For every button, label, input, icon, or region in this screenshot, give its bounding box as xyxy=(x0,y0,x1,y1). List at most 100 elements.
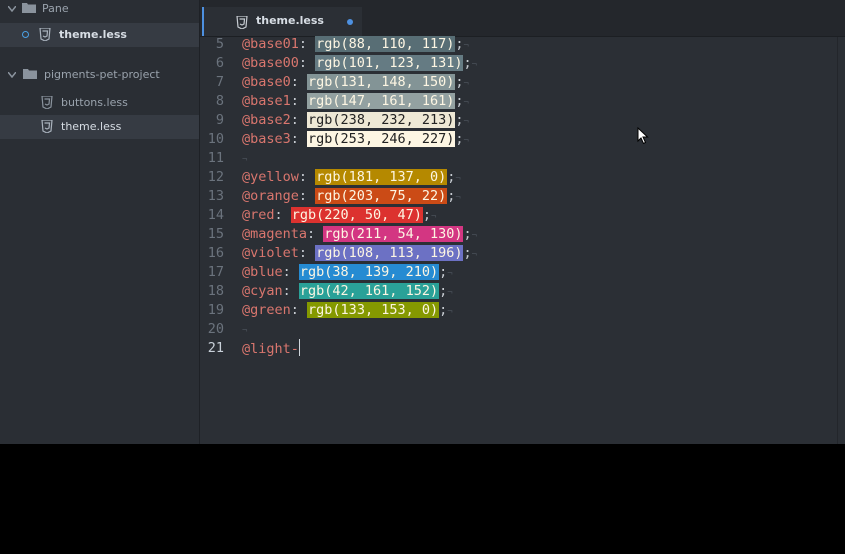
end-of-line-icon: ¬ xyxy=(455,193,461,203)
end-of-line-icon: ¬ xyxy=(471,60,478,70)
color-swatch[interactable]: rgb(42, 161, 152) xyxy=(298,283,440,299)
editor-window: Pane theme.less pigments-pet-project but… xyxy=(0,0,845,444)
line-code: @base00: rgb(101, 123, 131);¬ xyxy=(242,54,477,75)
color-swatch[interactable]: rgb(147, 161, 161) xyxy=(307,93,456,109)
color-swatch[interactable]: rgb(181, 137, 0) xyxy=(315,169,448,185)
tree-file-label: theme.less xyxy=(59,28,127,41)
color-swatch[interactable]: rgb(238, 232, 213) xyxy=(307,112,456,128)
line-code: @base01: rgb(88, 110, 117);¬ xyxy=(242,35,469,56)
chevron-down-icon[interactable] xyxy=(8,72,16,80)
color-swatch[interactable]: rgb(220, 50, 47) xyxy=(290,207,423,223)
semicolon: ; xyxy=(455,112,464,128)
color-swatch[interactable]: rgb(211, 54, 130) xyxy=(323,226,464,242)
color-swatch[interactable]: rgb(88, 110, 117) xyxy=(315,36,456,52)
semicolon: ; xyxy=(455,74,464,90)
css3-file-icon xyxy=(41,119,53,136)
line-code: @orange: rgb(203, 75, 22);¬ xyxy=(242,187,461,208)
code-line[interactable]: 10 @base3: rgb(253, 246, 227);¬ xyxy=(200,130,837,149)
line-number: 13 xyxy=(207,188,224,204)
semicolon: ; xyxy=(422,207,431,223)
code-line[interactable]: 18 @cyan: rgb(42, 161, 152);¬ xyxy=(200,282,837,301)
code-line[interactable]: 9 @base2: rgb(238, 232, 213);¬ xyxy=(200,111,837,130)
code-line[interactable]: 6 @base00: rgb(101, 123, 131);¬ xyxy=(200,54,837,73)
code-line[interactable]: 13 @orange: rgb(203, 75, 22);¬ xyxy=(200,187,837,206)
variable-name: @base2 xyxy=(242,112,291,128)
color-swatch[interactable]: rgb(253, 246, 227) xyxy=(307,131,456,147)
line-number: 5 xyxy=(215,36,224,52)
colon: : xyxy=(290,93,308,109)
variable-name: @base00 xyxy=(242,55,299,71)
code-editor[interactable]: 5 @base01: rgb(88, 110, 117);¬ 6 @base00: r… xyxy=(200,35,837,444)
color-swatch[interactable]: rgb(133, 153, 0) xyxy=(307,302,440,318)
end-of-line-icon: ¬ xyxy=(430,212,437,222)
variable-name: @cyan xyxy=(242,283,283,299)
code-line[interactable]: 11 ¬ xyxy=(200,149,837,168)
code-line[interactable]: 17 @blue: rgb(38, 139, 210);¬ xyxy=(200,263,837,282)
code-line[interactable]: 21 @light- xyxy=(200,339,837,358)
line-number: 21 xyxy=(207,340,224,356)
end-of-line-icon: ¬ xyxy=(242,155,248,165)
tree-file-label: buttons.less xyxy=(61,96,128,109)
line-code: @cyan: rgb(42, 161, 152);¬ xyxy=(242,282,453,303)
line-code: @magenta: rgb(211, 54, 130);¬ xyxy=(242,225,477,246)
variable-name: @blue xyxy=(242,264,283,280)
line-code: @base2: rgb(238, 232, 213);¬ xyxy=(242,111,469,132)
line-number: 14 xyxy=(207,207,224,223)
colon: : xyxy=(282,264,299,280)
semicolon: ; xyxy=(455,131,464,147)
code-line[interactable]: 15 @magenta: rgb(211, 54, 130);¬ xyxy=(200,225,837,244)
tree-file-label: theme.less xyxy=(61,120,122,133)
code-line[interactable]: 5 @base01: rgb(88, 110, 117);¬ xyxy=(200,35,837,54)
tree-file-theme[interactable]: theme.less xyxy=(0,115,199,139)
colon: : xyxy=(298,245,316,261)
vertical-scrollbar[interactable] xyxy=(837,37,845,444)
tree-folder-project[interactable]: pigments-pet-project xyxy=(0,63,199,87)
code-line[interactable]: 12 @yellow: rgb(181, 137, 0);¬ xyxy=(200,168,837,187)
semicolon: ; xyxy=(439,302,448,318)
line-number: 7 xyxy=(215,74,224,90)
end-of-line-icon: ¬ xyxy=(463,98,469,108)
modified-dot-icon[interactable] xyxy=(347,19,353,25)
code-line[interactable]: 14 @red: rgb(220, 50, 47);¬ xyxy=(200,206,837,225)
variable-name: @base0 xyxy=(242,74,291,90)
code-line[interactable]: 19 @green: rgb(133, 153, 0);¬ xyxy=(200,301,837,320)
tree-folder-pane[interactable]: Pane xyxy=(0,0,199,21)
code-line[interactable]: 20 ¬ xyxy=(200,320,837,339)
semicolon: ; xyxy=(455,93,464,109)
chevron-down-icon[interactable] xyxy=(8,6,16,14)
colon: : xyxy=(298,55,316,71)
semicolon: ; xyxy=(439,264,448,280)
line-number: 19 xyxy=(207,302,224,318)
color-swatch[interactable]: rgb(131, 148, 150) xyxy=(307,74,456,90)
line-code: @violet: rgb(108, 113, 196);¬ xyxy=(242,244,477,265)
colon: : xyxy=(274,207,291,223)
end-of-line-icon: ¬ xyxy=(463,41,469,51)
color-swatch[interactable]: rgb(108, 113, 196) xyxy=(315,245,464,261)
code-line[interactable]: 8 @base1: rgb(147, 161, 161);¬ xyxy=(200,92,837,111)
variable-name: @green xyxy=(242,302,291,318)
color-swatch[interactable]: rgb(38, 139, 210) xyxy=(298,264,440,280)
line-number: 8 xyxy=(215,93,224,109)
tree-view: Pane theme.less pigments-pet-project but… xyxy=(0,0,200,444)
line-code: @base3: rgb(253, 246, 227);¬ xyxy=(242,130,469,151)
variable-name: @light- xyxy=(242,341,299,357)
line-number: 15 xyxy=(207,226,224,242)
semicolon: ; xyxy=(463,55,472,71)
colon: : xyxy=(307,226,324,242)
tree-file-pane-theme[interactable]: theme.less xyxy=(0,23,199,47)
semicolon: ; xyxy=(463,226,472,242)
variable-name: @magenta xyxy=(242,226,308,242)
tab-theme-less[interactable]: theme.less xyxy=(202,7,362,36)
code-line[interactable]: 16 @violet: rgb(108, 113, 196);¬ xyxy=(200,244,837,263)
end-of-line-icon: ¬ xyxy=(455,174,461,184)
tree-file-buttons[interactable]: buttons.less xyxy=(0,91,199,115)
line-code: ¬ xyxy=(242,149,247,170)
color-swatch[interactable]: rgb(203, 75, 22) xyxy=(315,188,448,204)
colon: : xyxy=(298,188,316,204)
code-line[interactable]: 7 @base0: rgb(131, 148, 150);¬ xyxy=(200,73,837,92)
colon: : xyxy=(290,302,308,318)
color-swatch[interactable]: rgb(101, 123, 131) xyxy=(315,55,464,71)
line-number: 9 xyxy=(215,112,224,128)
mouse-pointer-icon xyxy=(637,126,649,149)
semicolon: ; xyxy=(439,283,448,299)
